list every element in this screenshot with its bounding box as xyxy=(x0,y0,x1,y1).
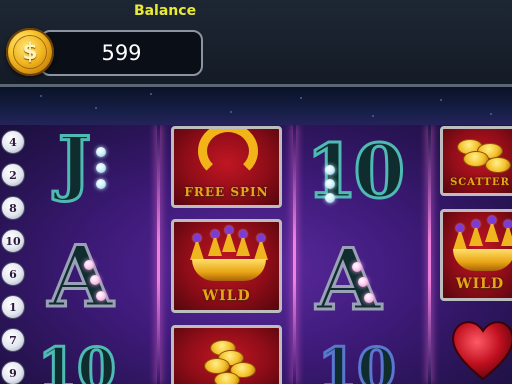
symbol-free-spin: FREE SPIN xyxy=(171,126,282,208)
balance-title: Balance xyxy=(133,3,197,19)
symbol-a: A xyxy=(46,227,114,326)
symbol-coins xyxy=(171,325,282,384)
balance-display: 599 xyxy=(40,30,203,76)
scatter-label: SCATTER xyxy=(450,177,510,188)
symbol-j: J xyxy=(56,125,92,204)
symbol-wild: WILD xyxy=(171,219,282,313)
sky-strip xyxy=(0,87,512,125)
coin-symbol: $ xyxy=(22,39,38,65)
reels-area[interactable]: 4 2 8 10 6 1 7 9 J A 10 FREE SPIN WILD 1… xyxy=(0,125,512,384)
free-spin-label: FREE SPIN xyxy=(184,185,269,199)
top-bar: Balance 599 $ xyxy=(0,0,512,87)
coin-icon: $ xyxy=(6,28,54,76)
heart-icon xyxy=(452,321,512,381)
payline-indicator[interactable]: 7 xyxy=(1,328,25,352)
symbol-scatter: SCATTER xyxy=(440,126,512,196)
payline-indicator[interactable]: 1 xyxy=(1,295,25,319)
reel-divider xyxy=(157,125,160,384)
wild-label: WILD xyxy=(455,276,505,292)
payline-indicator[interactable]: 8 xyxy=(1,196,25,220)
payline-indicator[interactable]: 10 xyxy=(1,229,25,253)
payline-indicator[interactable]: 4 xyxy=(1,130,25,154)
symbol-ten: 10 xyxy=(37,336,118,384)
reel-divider xyxy=(293,125,296,384)
payline-indicators: 4 2 8 10 6 1 7 9 xyxy=(0,125,30,384)
horseshoe-icon xyxy=(198,129,258,179)
payline-indicator[interactable]: 9 xyxy=(1,361,25,384)
symbol-a: A xyxy=(314,230,382,329)
balance-value: 599 xyxy=(101,41,142,65)
payline-indicator[interactable]: 6 xyxy=(1,262,25,286)
symbol-ten: 10 xyxy=(317,336,398,384)
symbol-ten: 10 xyxy=(305,129,407,215)
symbol-wild: WILD xyxy=(440,209,512,301)
wild-label: WILD xyxy=(202,288,251,304)
payline-indicator[interactable]: 2 xyxy=(1,163,25,187)
reel-divider xyxy=(428,125,431,384)
